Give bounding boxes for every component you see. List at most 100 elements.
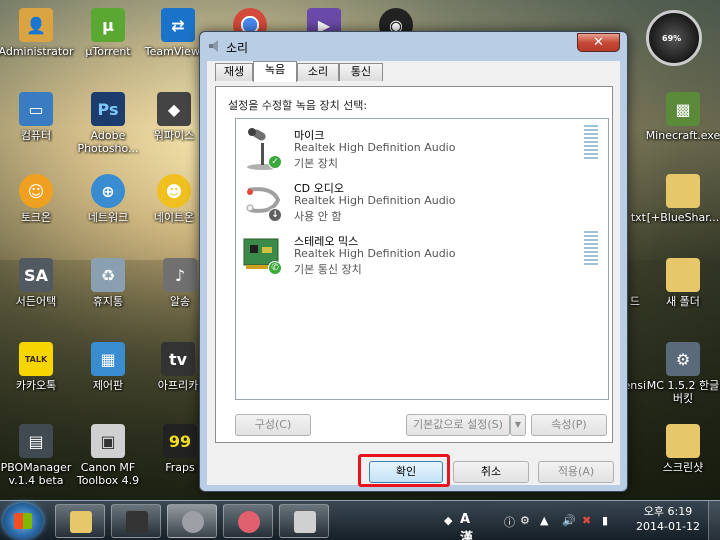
taskbar-afreeca[interactable]	[111, 504, 161, 538]
dialog-title: 소리	[226, 41, 249, 55]
cd-audio-icon: ↓	[242, 180, 284, 224]
start-button[interactable]	[3, 503, 43, 539]
keyboard-icon[interactable]: ◆	[444, 514, 452, 527]
volume-icon[interactable]: 🔊	[562, 514, 576, 527]
scissors-icon	[238, 511, 260, 533]
desktop-icon-label: 제어판	[92, 379, 124, 392]
network-icon: ⊕	[91, 174, 125, 208]
nateon-icon: ☻	[157, 174, 191, 208]
folder-icon	[666, 258, 700, 292]
cpu-meter-gadget[interactable]: 69%	[638, 4, 718, 66]
apply-button[interactable]: 적용(A)	[538, 461, 614, 483]
tab-label: 녹음	[264, 63, 286, 76]
folder-user-icon: 👤	[19, 8, 53, 42]
desktop-icon-label: 컴퓨터	[20, 129, 52, 142]
device-driver: Realtek High Definition Audio	[294, 247, 456, 260]
desktop-icon-label: 휴지통	[92, 295, 124, 308]
desktop-icon-label: PBOManager v.1.4 beta	[0, 461, 72, 487]
desktop-icon-mc-bukkit[interactable]: ⚙ MC 1.5.2 한글버킷	[643, 342, 720, 405]
show-desktop-button[interactable]	[708, 501, 720, 540]
teamviewer-icon: ⇄	[161, 8, 195, 42]
desktop-icon-label: Canon MF Toolbox 4.9	[76, 461, 140, 487]
tab-recording[interactable]: 녹음	[253, 61, 297, 82]
gear-icon: ⚙	[666, 342, 700, 376]
speaker-icon	[182, 511, 204, 533]
speaker-icon	[208, 40, 222, 52]
chevron-up-icon[interactable]: ▲	[540, 514, 548, 527]
desktop-icon-label: 새 폴더	[666, 295, 700, 308]
taskbar: ◆ A 漢 ⓘ ⚙ ▲ 🔊 ✖ ▮ 오후 6:19 2014-01-12	[0, 500, 720, 540]
level-meter	[584, 231, 598, 267]
help-icon[interactable]: ⓘ	[504, 514, 515, 530]
device-status: 기본 장치	[294, 157, 338, 170]
gadget-percent: 69%	[662, 34, 682, 43]
check-badge-icon: ✓	[268, 155, 282, 169]
desktop-icon-label: MC 1.5.2 한글버킷	[646, 379, 720, 405]
desktop-icon-computer[interactable]: ▭ 컴퓨터	[0, 92, 76, 142]
flag-icon[interactable]: ▮	[602, 514, 608, 527]
properties-button[interactable]: 속성(P)	[531, 414, 607, 436]
fraps-icon: 99	[163, 424, 197, 458]
game-icon: ◆	[157, 92, 191, 126]
device-driver: Realtek High Definition Audio	[294, 141, 456, 154]
recording-tab-panel: 설정을 수정할 녹음 장치 선택: ✓ 마이크 Realtek High Def…	[215, 86, 613, 443]
chevron-down-icon: ▼	[514, 420, 522, 429]
phone-badge-icon: ✆	[268, 261, 282, 275]
list-item-stereo-mix[interactable]: ✆ 스테레오 믹스 Realtek High Definition Audio …	[236, 229, 608, 281]
tab-playback[interactable]: 재생	[215, 63, 253, 81]
disabled-badge-icon: ↓	[268, 208, 282, 222]
device-driver: Realtek High Definition Audio	[294, 194, 456, 207]
tab-sounds[interactable]: 소리	[297, 63, 339, 81]
desktop-icon-label: μTorrent	[85, 45, 131, 58]
desktop-icon-talkon[interactable]: ☺ 토크온	[0, 174, 76, 224]
taskbar-snipping[interactable]	[223, 504, 273, 538]
computer-icon: ▭	[19, 92, 53, 126]
paint-icon	[294, 511, 316, 533]
list-item-cd-audio[interactable]: ↓ CD 오디오 Realtek High Definition Audio 사…	[236, 176, 608, 228]
instruction-text: 설정을 수정할 녹음 장치 선택:	[228, 99, 368, 112]
afreeca-tv-icon	[126, 511, 148, 533]
desktop-icon-blueshare[interactable]: [+BlueShar...	[643, 174, 720, 224]
desktop-icon-canon[interactable]: ▣ Canon MF Toolbox 4.9	[68, 424, 148, 487]
printer-icon: ▣	[91, 424, 125, 458]
level-meter	[584, 125, 598, 161]
list-item-microphone[interactable]: ✓ 마이크 Realtek High Definition Audio 기본 장…	[236, 123, 608, 175]
dialog-titlebar[interactable]: 소리 ✕	[200, 32, 627, 60]
desktop-icon-suddenattack[interactable]: SA 서든어택	[0, 258, 76, 308]
taskbar-explorer[interactable]	[55, 504, 105, 538]
desktop-icon-control-panel[interactable]: ▦ 제어판	[68, 342, 148, 392]
tab-communications[interactable]: 통신	[339, 63, 383, 81]
desktop-icon-administrator[interactable]: 👤 Administrator	[0, 8, 76, 58]
control-panel-icon: ▦	[91, 342, 125, 376]
clock-date: 2014-01-12	[636, 520, 700, 533]
windows-logo-icon	[14, 513, 32, 529]
cancel-button[interactable]: 취소	[453, 461, 529, 483]
gear-icon[interactable]: ⚙	[520, 514, 530, 527]
close-icon: ✕	[593, 35, 604, 50]
taskbar-sound[interactable]	[167, 504, 217, 538]
set-default-dropdown[interactable]: ▼	[510, 414, 526, 436]
set-default-button[interactable]: 기본값으로 설정(S)	[406, 414, 510, 436]
desktop-icon-utorrent[interactable]: μ μTorrent	[68, 8, 148, 58]
close-button[interactable]: ✕	[577, 33, 620, 52]
folder-icon	[666, 424, 700, 458]
ime-indicator[interactable]: A 漢	[460, 512, 473, 540]
desktop-icon-new-folder[interactable]: 새 폴더	[643, 258, 720, 308]
device-status: 사용 안 함	[294, 210, 342, 223]
music-icon: ♪	[163, 258, 197, 292]
taskbar-paint[interactable]	[279, 504, 329, 538]
sound-dialog: 소리 ✕ 재생 녹음 소리 통신 설정을 수정할 녹음 장치 선택: ✓ 마이크…	[199, 31, 628, 492]
pbomanager-icon: ▤	[19, 424, 53, 458]
desktop-icon-label: 카카오톡	[15, 379, 57, 392]
configure-button[interactable]: 구성(C)	[235, 414, 311, 436]
afreeca-tv-icon: tv	[161, 342, 195, 376]
desktop-icon-kakaotalk[interactable]: TALK 카카오톡	[0, 342, 76, 392]
recording-device-list[interactable]: ✓ 마이크 Realtek High Definition Audio 기본 장…	[235, 118, 609, 400]
desktop-icon-screenshots[interactable]: 스크린샷	[643, 424, 720, 474]
desktop-icon-pbomanager[interactable]: ▤ PBOManager v.1.4 beta	[0, 424, 76, 487]
desktop-icon-recycle-bin[interactable]: ♻ 휴지통	[68, 258, 148, 308]
network-error-icon[interactable]: ✖	[582, 514, 591, 527]
clock[interactable]: 오후 6:19 2014-01-12	[636, 504, 700, 534]
device-status: 기본 통신 장치	[294, 263, 362, 276]
desktop-icon-minecraft[interactable]: ▩ Minecraft.exe	[643, 92, 720, 142]
